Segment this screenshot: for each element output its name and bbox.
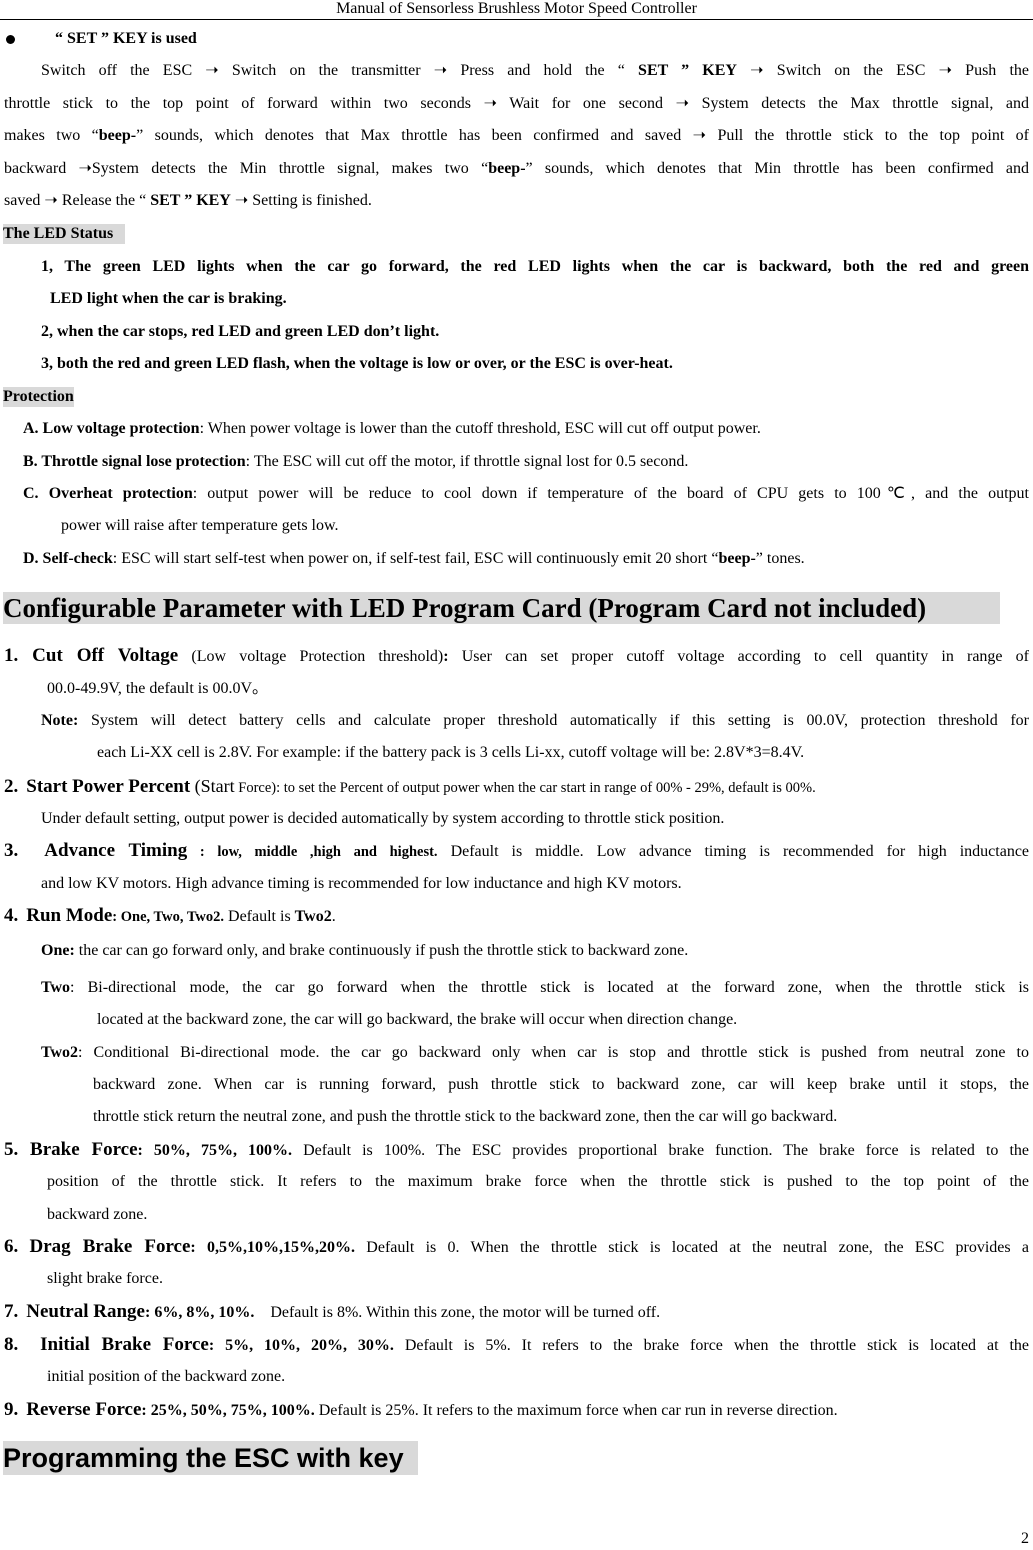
param-9-reverse-force: 9. Reverse Force: 25%, 50%, 75%, 100%. D… — [4, 1399, 838, 1420]
param-8-cont: initial position of the backward zone. — [47, 1368, 286, 1385]
param-1-note-cont: each Li-XX cell is 2.8V. For example: if… — [97, 744, 805, 761]
protection-item-d: D. Self-check: ESC will start self-test … — [23, 550, 805, 567]
led-status-item-1: 1, The green LED lights when the car go … — [41, 258, 1029, 275]
param-2-cont: Under default setting, output power is d… — [41, 810, 725, 827]
param-3-cont: and low KV motors. High advance timing i… — [41, 875, 682, 892]
led-status-item-2: 2, when the car stops, red LED and green… — [41, 323, 440, 340]
set-key-line-4: backward ➝System detects the Min throttl… — [4, 160, 1029, 177]
param-1-cut-off-voltage: 1. Cut Off Voltage (Low voltage Protecti… — [4, 645, 1030, 666]
set-key-line-5: saved ➝ Release the “ SET ” KEY ➝ Settin… — [4, 192, 372, 209]
page-header: Manual of Sensorless Brushless Motor Spe… — [0, 0, 1033, 20]
run-mode-two2-cont-1: backward zone. When car is running forwa… — [93, 1076, 1029, 1093]
led-status-heading: The LED Status — [3, 224, 126, 244]
set-key-line-1: Switch off the ESC ➝ Switch on the trans… — [41, 62, 1030, 79]
param-5-brake-force: 5. Brake Force: 50%, 75%, 100%. Default … — [4, 1139, 1030, 1160]
set-key-heading: “ SET ” KEY is used — [6, 29, 197, 49]
run-mode-two: Two: Bi-directional mode, the car go for… — [41, 979, 1029, 996]
bullet-icon — [6, 34, 15, 44]
run-mode-one: One: the car can go forward only, and br… — [41, 942, 689, 959]
param-5-cont-2: backward zone. — [47, 1206, 148, 1223]
run-mode-two2-cont-2: throttle stick return the neutral zone, … — [93, 1108, 838, 1125]
led-status-item-3: 3, both the red and green LED flash, whe… — [41, 355, 673, 372]
param-8-initial-brake: 8. Initial Brake Force: 5%, 10%, 20%, 30… — [4, 1334, 1030, 1355]
programming-heading: Programming the ESC with key — [3, 1441, 418, 1475]
protection-heading: Protection — [3, 387, 74, 407]
param-4-run-mode: 4. Run Mode: One, Two, Two2. Default is … — [4, 905, 336, 926]
param-3-advance-timing: 3. Advance Timing : low, middle ,high an… — [4, 840, 1030, 861]
protection-item-c-cont: power will raise after temperature gets … — [61, 517, 339, 534]
page-number: 2 — [1021, 1530, 1029, 1547]
protection-item-c: C. Overheat protection: output power wil… — [23, 485, 1029, 502]
config-heading: Configurable Parameter with LED Program … — [3, 592, 1000, 624]
param-5-cont-1: position of the throttle stick. It refer… — [47, 1173, 1029, 1190]
param-6-cont: slight brake force. — [47, 1270, 163, 1287]
param-7-neutral-range: 7. Neutral Range: 6%, 8%, 10%. Default i… — [4, 1301, 661, 1322]
run-mode-two-cont: located at the backward zone, the car wi… — [97, 1011, 738, 1028]
param-1-note: Note: System will detect battery cells a… — [41, 712, 1029, 729]
protection-item-a: A. Low voltage protection: When power vo… — [23, 420, 761, 437]
led-status-item-1-cont: LED light when the car is braking. — [50, 290, 287, 307]
protection-item-b: B. Throttle signal lose protection: The … — [23, 453, 689, 470]
param-6-drag-brake: 6. Drag Brake Force: 0,5%,10%,15%,20%. D… — [4, 1236, 1030, 1257]
set-key-line-3: makes two “beep-” sounds, which denotes … — [4, 127, 1029, 144]
param-1-cont: 00.0-49.9V, the default is 00.0V。 — [47, 680, 269, 697]
param-2-start-power: 2. Start Power Percent (Start Force): to… — [4, 776, 816, 797]
run-mode-two2: Two2: Conditional Bi-directional mode. t… — [41, 1044, 1029, 1061]
set-key-line-2: throttle stick to the top point of forwa… — [4, 95, 1029, 112]
